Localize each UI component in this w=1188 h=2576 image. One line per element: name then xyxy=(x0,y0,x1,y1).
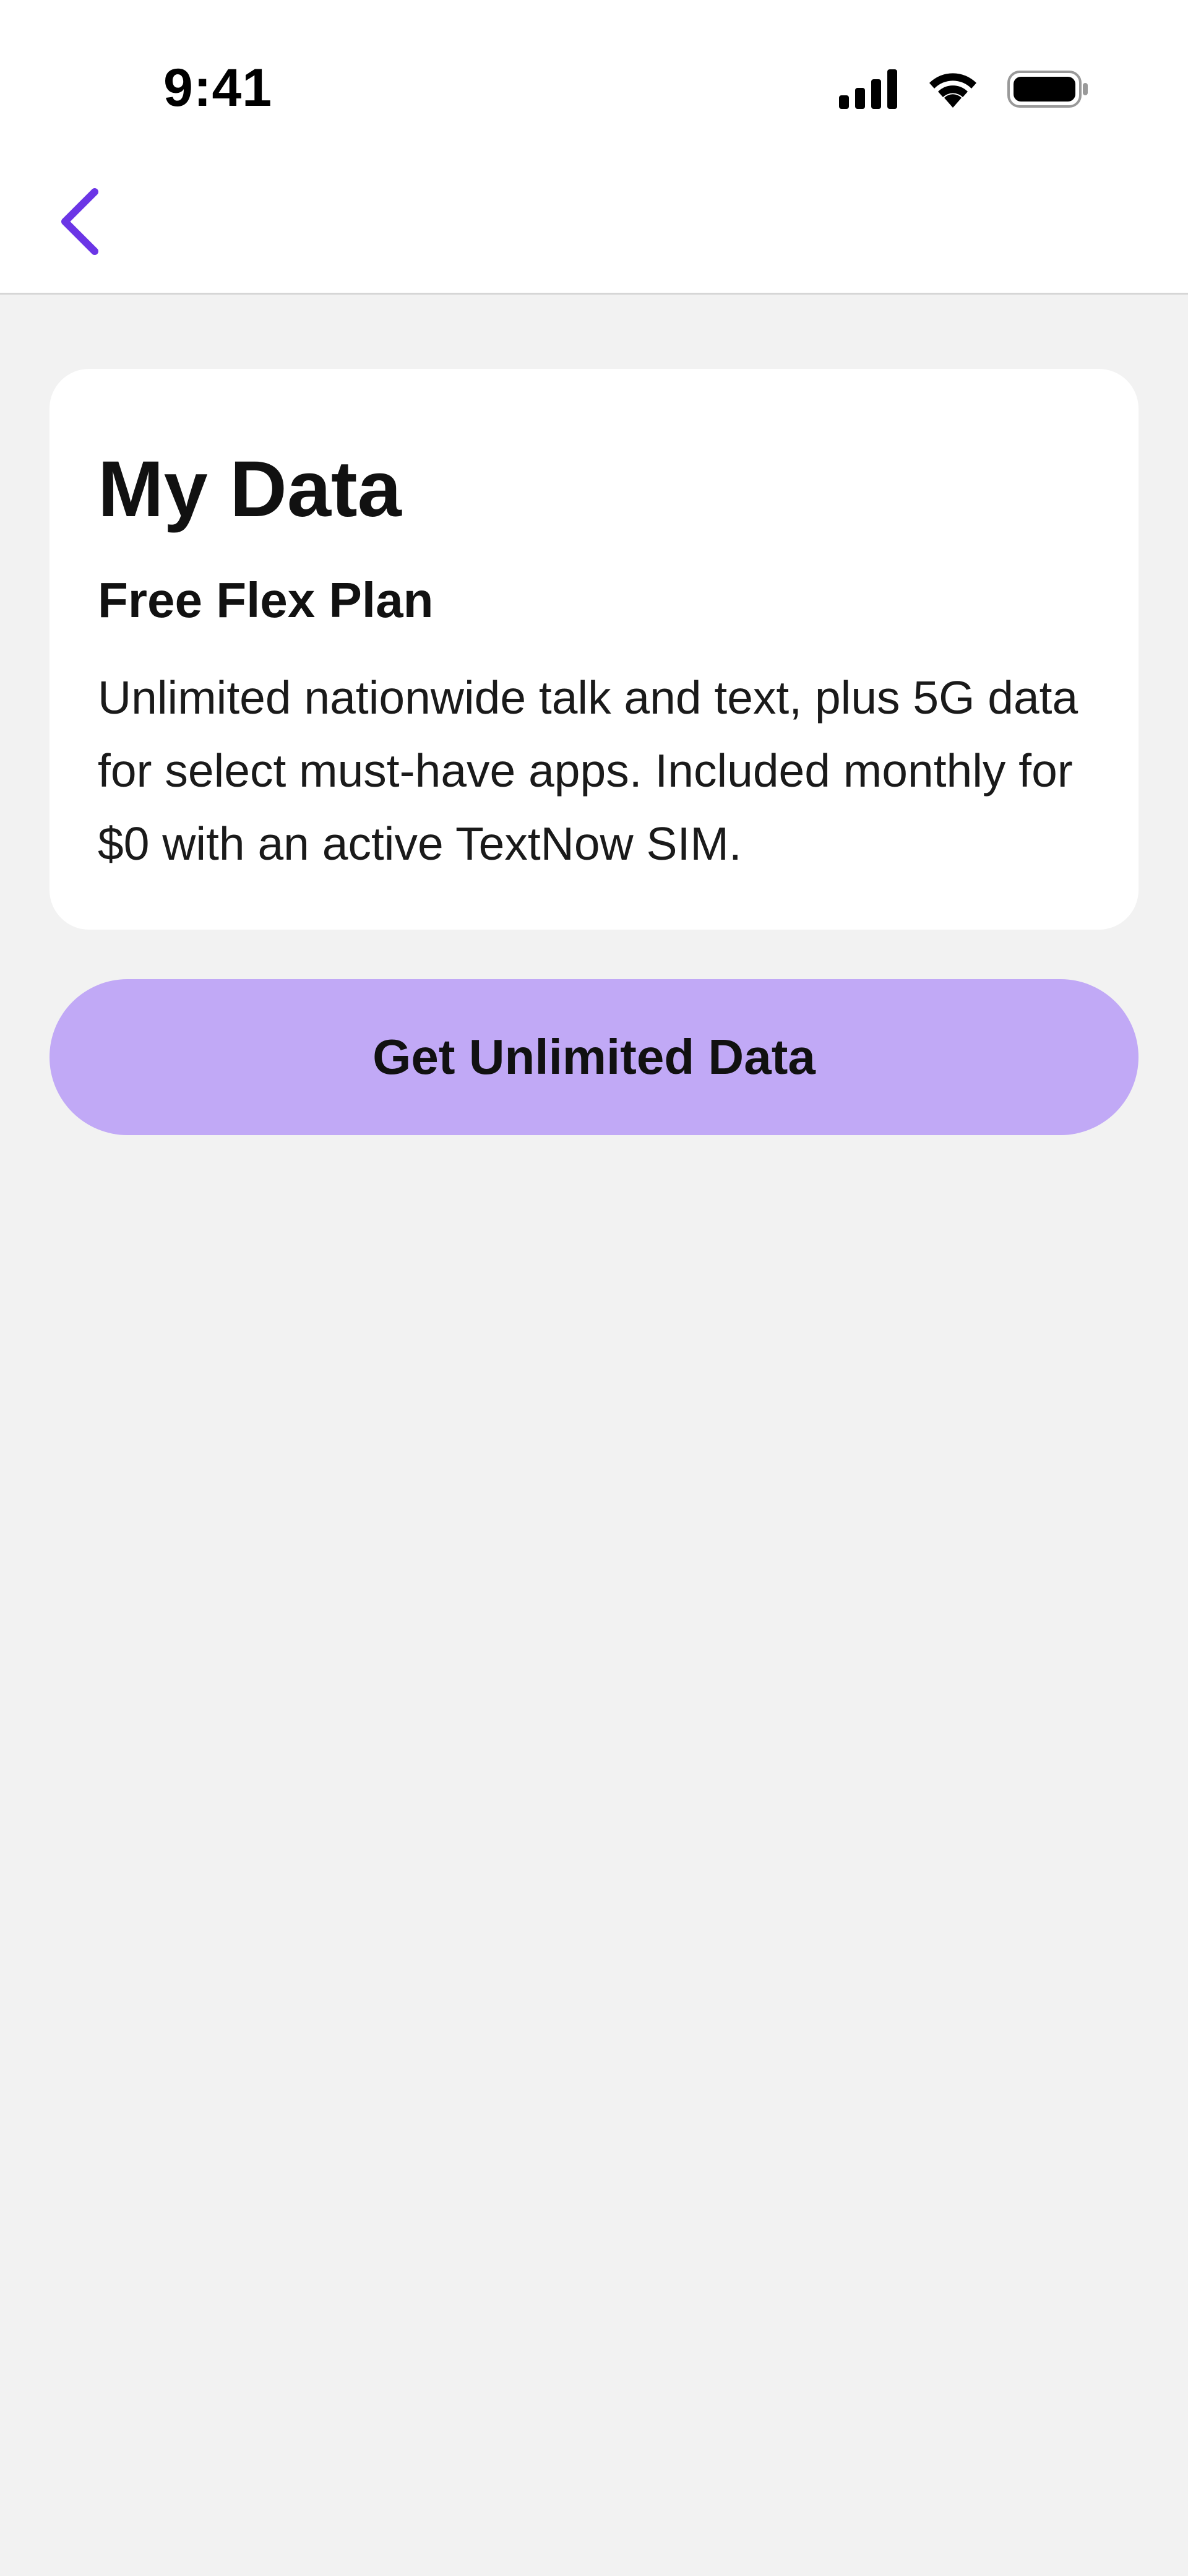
header: 9:41 xyxy=(0,0,1188,295)
battery-icon xyxy=(1007,69,1089,109)
status-time: 9:41 xyxy=(163,58,273,118)
get-unlimited-data-button[interactable]: Get Unlimited Data xyxy=(50,979,1138,1135)
status-icons xyxy=(839,64,1089,114)
cellular-signal-icon xyxy=(839,69,898,109)
my-data-card: My Data Free Flex Plan Unlimited nationw… xyxy=(50,369,1138,930)
wifi-icon xyxy=(926,69,980,109)
page-title: My Data xyxy=(98,445,402,534)
back-button[interactable] xyxy=(50,186,109,257)
chevron-left-icon xyxy=(58,188,101,255)
screen: 9:41 My Data Free Flex Plan Unlimited na… xyxy=(0,0,1188,2576)
plan-name: Free Flex Plan xyxy=(98,573,434,628)
plan-description: Unlimited nationwide talk and text, plus… xyxy=(98,672,1078,870)
